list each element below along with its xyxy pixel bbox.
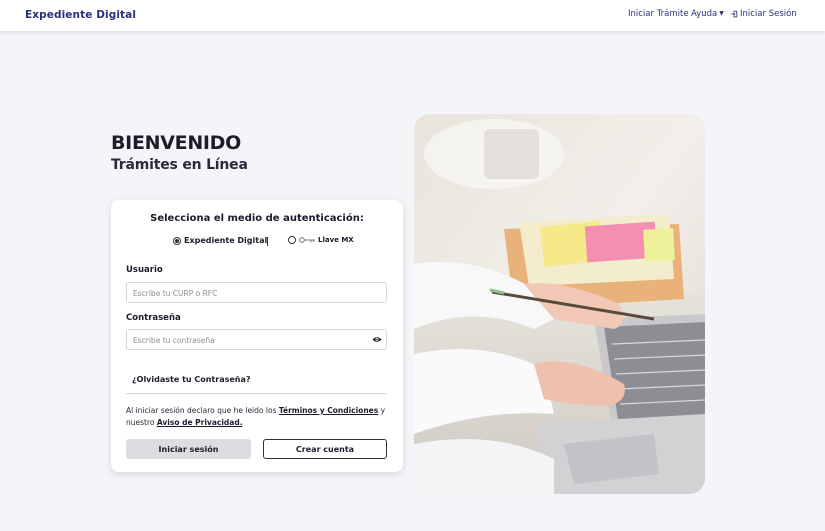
radio-selected-icon[interactable] (173, 236, 181, 245)
eye-icon (372, 337, 381, 342)
nav-iniciar-sesion-link[interactable]: Iniciar Sesión (730, 9, 797, 19)
welcome-title: BIENVENIDO (111, 132, 242, 154)
top-navbar: Expediente Digital Iniciar Trámite Ayuda… (0, 0, 825, 31)
caret-down-icon: ▼ (719, 10, 724, 17)
llave-mx-label: Llave MX (318, 236, 354, 244)
terms-notice: Al iniciar sesión declaro que he leido l… (126, 405, 388, 429)
auth-option-label: Expediente Digital (184, 236, 268, 245)
auth-option-llave-mx[interactable]: Llave MX (288, 236, 354, 244)
welcome-subtitle: Trámites en Línea (111, 157, 248, 173)
brand-logo-text[interactable]: Expediente Digital (25, 9, 136, 21)
llave-key-icon (299, 237, 315, 243)
crear-cuenta-button[interactable]: Crear cuenta (263, 439, 387, 459)
nav-iniciar-tramite-link[interactable]: Iniciar Trámite (628, 9, 689, 19)
auth-option-expediente-digital[interactable]: Expediente Digital (173, 236, 267, 245)
auth-method-heading: Selecciona el medio de autenticación: (150, 213, 364, 224)
hero-illustration (414, 114, 705, 494)
login-arrow-icon (730, 10, 738, 18)
usuario-input[interactable]: Escribe tu CURP o RFC (126, 282, 387, 303)
terms-prefix-text: Al iniciar sesión declaro que he leido l… (126, 406, 277, 415)
hero-photo-laptop (414, 114, 705, 494)
contrasena-label: Contraseña (126, 313, 181, 323)
toggle-password-button[interactable] (367, 329, 387, 350)
llave-mx-logo: Llave MX (299, 236, 354, 244)
auth-option-separator (267, 237, 268, 246)
nav-iniciar-sesion-label: Iniciar Sesión (740, 9, 797, 19)
login-card: Selecciona el medio de autenticación: Ex… (111, 200, 403, 472)
contrasena-input[interactable]: Escribe tu contraseña (126, 329, 368, 350)
iniciar-sesion-button[interactable]: Iniciar sesión (126, 439, 251, 459)
privacy-notice-link[interactable]: Aviso de Privacidad. (157, 418, 243, 427)
nav-ayuda-dropdown[interactable]: Ayuda ▼ (691, 9, 724, 19)
forgot-password-link[interactable]: ¿Olvidaste tu Contraseña? (132, 375, 251, 384)
divider (126, 393, 387, 394)
nav-ayuda-label: Ayuda (691, 9, 718, 19)
radio-unselected-icon[interactable] (288, 236, 296, 244)
usuario-label: Usuario (126, 265, 163, 275)
terms-conditions-link[interactable]: Términos y Condiciones (279, 406, 378, 415)
